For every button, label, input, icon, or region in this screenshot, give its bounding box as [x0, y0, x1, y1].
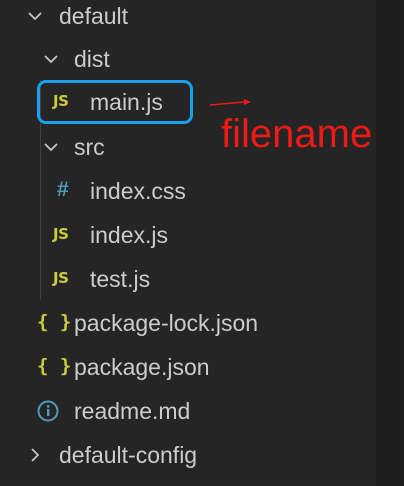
info-icon	[37, 400, 59, 422]
highlight-box	[37, 80, 193, 124]
tree-file-readme-md[interactable]: readme.md	[0, 389, 376, 433]
tree-folder-dist[interactable]: dist	[0, 37, 376, 81]
annotation-label: filename	[221, 112, 373, 156]
js-file-icon: JS	[53, 225, 69, 243]
tree-file-package-json[interactable]: { } package.json	[0, 345, 376, 389]
file-explorer: default dist JS main.js src # index.css …	[0, 0, 376, 486]
js-file-icon: JS	[53, 269, 69, 287]
chevron-down-icon	[26, 7, 44, 25]
folder-label: default	[59, 2, 129, 29]
file-label: readme.md	[74, 397, 191, 424]
folder-label: default-config	[59, 441, 198, 468]
file-label: index.js	[90, 221, 168, 248]
tree-folder-default[interactable]: default	[0, 0, 376, 38]
file-label: package.json	[74, 353, 210, 380]
tree-folder-default-config[interactable]: default-config	[0, 433, 376, 477]
tree-file-index-js[interactable]: JS index.js	[0, 213, 376, 257]
tree-file-test-js[interactable]: JS test.js	[0, 257, 376, 301]
chevron-right-icon	[26, 446, 44, 464]
chevron-down-icon	[42, 138, 60, 156]
scrollbar-track[interactable]	[376, 0, 404, 486]
tree-file-index-css[interactable]: # index.css	[0, 169, 376, 213]
annotation-arrow-icon	[210, 99, 251, 106]
chevron-down-icon	[42, 50, 60, 68]
css-file-icon: #	[57, 178, 69, 201]
json-file-icon: { }	[37, 355, 72, 377]
file-label: test.js	[90, 265, 151, 292]
file-label: index.css	[90, 177, 186, 204]
folder-label: src	[74, 133, 105, 160]
folder-label: dist	[74, 45, 110, 72]
file-label: package-lock.json	[74, 309, 259, 336]
tree-file-package-lock-json[interactable]: { } package-lock.json	[0, 301, 376, 345]
json-file-icon: { }	[37, 311, 72, 333]
